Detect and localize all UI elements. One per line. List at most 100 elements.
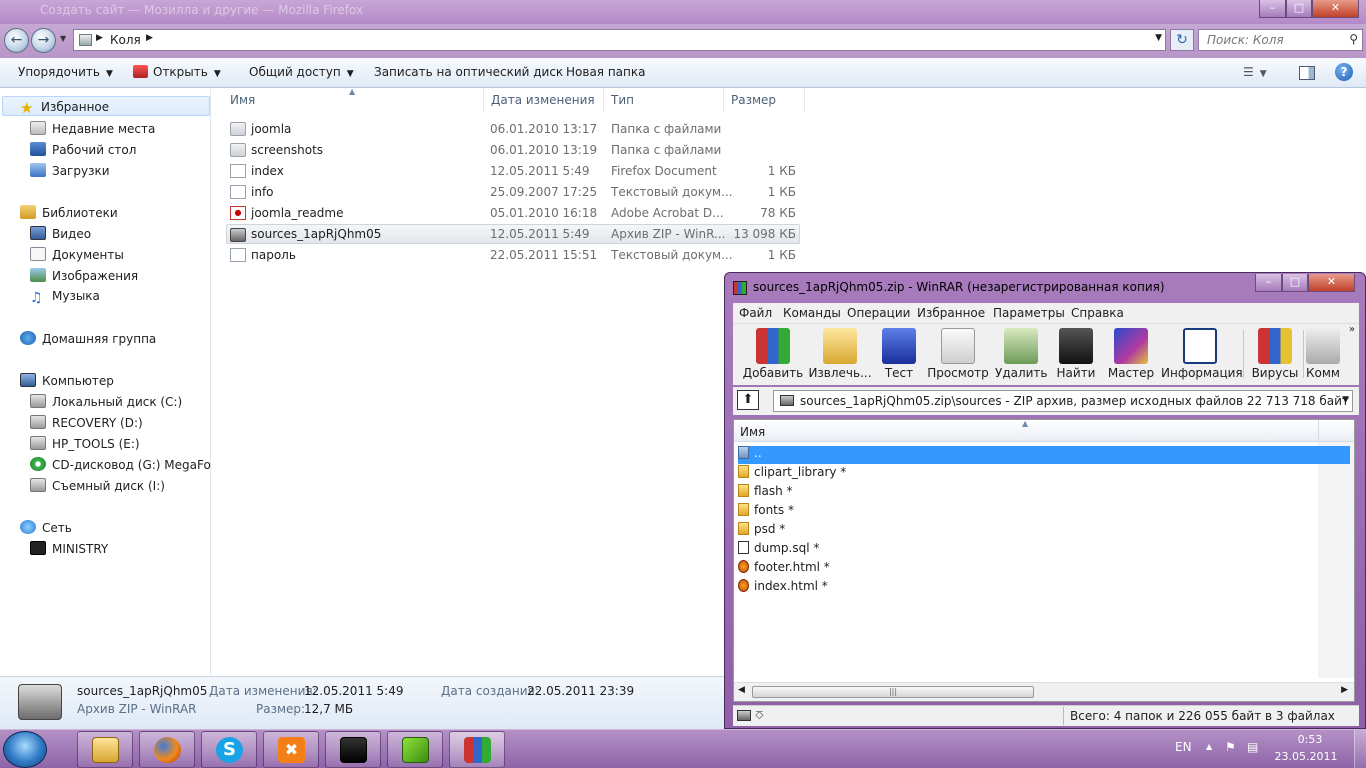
list-item[interactable]: footer.html * bbox=[738, 560, 830, 578]
tool-extract[interactable]: Извлечь... bbox=[807, 328, 873, 380]
archive-path-field[interactable]: sources_1apRjQhm05.zip\sources - ZIP арх… bbox=[773, 390, 1353, 412]
menu-options[interactable]: Параметры bbox=[993, 306, 1065, 320]
new-folder-button[interactable]: Новая папка bbox=[566, 65, 645, 79]
burn-button[interactable]: Записать на оптический диск bbox=[374, 65, 563, 79]
breadcrumb-arrow-icon[interactable]: ▶ bbox=[146, 33, 153, 43]
tool-info[interactable]: Информация bbox=[1161, 328, 1243, 380]
view-options-icon[interactable]: ☰ ▼ bbox=[1243, 65, 1267, 79]
nav-documents[interactable]: Документы bbox=[30, 247, 124, 262]
nav-favorites[interactable]: ★ Избранное bbox=[20, 99, 109, 114]
maximize-icon[interactable]: □ bbox=[1286, 0, 1312, 18]
column-separator[interactable] bbox=[603, 89, 604, 111]
refresh-button[interactable]: ↻ bbox=[1170, 29, 1194, 51]
nav-network[interactable]: Сеть bbox=[20, 520, 72, 535]
preview-pane-icon[interactable] bbox=[1299, 66, 1315, 80]
clock-time[interactable]: 0:53 bbox=[1282, 733, 1338, 746]
scroll-left-icon[interactable]: ◀ bbox=[738, 685, 745, 695]
list-item[interactable]: index.html * bbox=[738, 579, 828, 597]
nav-drive-e[interactable]: HP_TOOLS (E:) bbox=[30, 436, 140, 451]
column-header-size[interactable]: Размер bbox=[731, 93, 776, 107]
tool-wizard[interactable]: Мастер bbox=[1107, 328, 1155, 380]
nav-drive-d[interactable]: RECOVERY (D:) bbox=[30, 415, 143, 430]
column-separator[interactable] bbox=[804, 89, 805, 111]
nav-computer[interactable]: Компьютер bbox=[20, 373, 114, 388]
show-desktop-button[interactable] bbox=[1354, 730, 1366, 768]
address-bar[interactable]: ▶ Коля ▶ ▼ bbox=[73, 29, 1166, 51]
start-button[interactable] bbox=[3, 731, 47, 768]
menu-operations[interactable]: Операции bbox=[847, 306, 910, 320]
nav-ministry[interactable]: MINISTRY bbox=[30, 541, 108, 556]
maximize-icon[interactable]: □ bbox=[1282, 274, 1308, 292]
nav-downloads[interactable]: Загрузки bbox=[30, 163, 110, 178]
show-hidden-icons-icon[interactable]: ▲ bbox=[1206, 742, 1212, 751]
clock-date[interactable]: 23.05.2011 bbox=[1262, 750, 1350, 763]
address-dropdown-icon[interactable]: ▼ bbox=[1155, 33, 1162, 43]
help-icon[interactable]: ? bbox=[1335, 63, 1353, 81]
organize-button[interactable]: Упорядочить ▼ bbox=[18, 65, 113, 79]
list-item-selected[interactable]: .. bbox=[738, 446, 1350, 464]
tool-view[interactable]: Просмотр bbox=[927, 328, 989, 380]
nav-video[interactable]: Видео bbox=[30, 226, 91, 241]
up-folder-icon[interactable]: ⬆ bbox=[737, 390, 759, 410]
open-button[interactable]: Открыть ▼ bbox=[133, 65, 221, 79]
nav-drive-c[interactable]: Локальный диск (C:) bbox=[30, 394, 182, 409]
nav-drive-i[interactable]: Съемный диск (I:) bbox=[30, 478, 165, 493]
list-item[interactable]: flash * bbox=[738, 484, 793, 502]
column-header-date[interactable]: Дата изменения bbox=[491, 93, 595, 107]
share-button[interactable]: Общий доступ ▼ bbox=[249, 65, 354, 79]
breadcrumb-segment[interactable]: Коля bbox=[110, 33, 141, 47]
nav-music[interactable]: ♫ Музыка bbox=[30, 289, 100, 304]
nav-libraries[interactable]: Библиотеки bbox=[20, 205, 118, 220]
taskbar-explorer[interactable] bbox=[77, 731, 133, 768]
close-icon[interactable]: ✕ bbox=[1308, 274, 1355, 292]
list-item[interactable]: fonts * bbox=[738, 503, 794, 521]
taskbar-xampp[interactable]: ✖ bbox=[263, 731, 319, 768]
column-header-type[interactable]: Тип bbox=[611, 93, 634, 107]
language-indicator[interactable]: EN bbox=[1175, 740, 1192, 754]
tool-delete[interactable]: Удалить bbox=[995, 328, 1048, 380]
scroll-right-icon[interactable]: ▶ bbox=[1341, 685, 1348, 695]
taskbar-vlc-app[interactable] bbox=[387, 731, 443, 768]
tool-comment[interactable]: Комм bbox=[1305, 328, 1341, 380]
list-item[interactable]: psd * bbox=[738, 522, 785, 540]
forward-button[interactable]: → bbox=[31, 28, 56, 53]
taskbar-winrar-active[interactable] bbox=[449, 731, 505, 768]
column-separator[interactable] bbox=[483, 89, 484, 111]
close-icon[interactable]: ✕ bbox=[1312, 0, 1359, 18]
column-separator[interactable] bbox=[723, 89, 724, 111]
recent-pages-chevron-icon[interactable]: ▼ bbox=[60, 34, 66, 43]
list-item[interactable]: dump.sql * bbox=[738, 541, 819, 559]
network-tray-icon[interactable]: ▤ bbox=[1247, 740, 1258, 754]
nav-drive-g[interactable]: CD-дисковод (G:) MegaFon M bbox=[30, 457, 211, 472]
scrollbar-thumb[interactable]: ||| bbox=[752, 686, 1034, 698]
file-row[interactable]: screenshots 06.01.2010 13:19 Папка с фай… bbox=[226, 140, 800, 160]
list-item[interactable]: clipart_library * bbox=[738, 465, 846, 483]
nav-desktop[interactable]: Рабочий стол bbox=[30, 142, 136, 157]
tool-test[interactable]: Тест bbox=[875, 328, 923, 380]
tool-virus-scan[interactable]: Вирусы bbox=[1251, 328, 1299, 380]
taskbar-save-app[interactable] bbox=[325, 731, 381, 768]
file-row[interactable]: index 12.05.2011 5:49 Firefox Document 1… bbox=[226, 161, 800, 181]
nav-recent[interactable]: Недавние места bbox=[30, 121, 155, 136]
tool-find[interactable]: Найти bbox=[1055, 328, 1097, 380]
file-row-selected[interactable]: sources_1apRjQhm05 12.05.2011 5:49 Архив… bbox=[226, 224, 800, 244]
horizontal-scrollbar[interactable]: ◀ ||| ▶ bbox=[734, 682, 1354, 701]
minimize-icon[interactable]: – bbox=[1259, 0, 1286, 18]
nav-homegroup[interactable]: Домашняя группа bbox=[20, 331, 156, 346]
minimize-icon[interactable]: – bbox=[1255, 274, 1282, 292]
column-header-name[interactable]: Имя ▲ bbox=[734, 419, 1318, 442]
column-header-name[interactable]: Имя bbox=[230, 93, 255, 107]
toolbar-overflow-icon[interactable]: » bbox=[1349, 324, 1355, 335]
search-icon[interactable]: ⚲ bbox=[1349, 32, 1358, 46]
back-button[interactable]: ← bbox=[4, 28, 29, 53]
nav-images[interactable]: Изображения bbox=[30, 268, 138, 283]
file-row[interactable]: пароль 22.05.2011 15:51 Текстовый докум.… bbox=[226, 245, 800, 265]
taskbar-skype[interactable]: S bbox=[201, 731, 257, 768]
action-center-flag-icon[interactable]: ⚑ bbox=[1225, 740, 1236, 754]
menu-help[interactable]: Справка bbox=[1071, 306, 1124, 320]
menu-commands[interactable]: Команды bbox=[783, 306, 841, 320]
tool-add[interactable]: Добавить bbox=[739, 328, 807, 380]
file-row[interactable]: info 25.09.2007 17:25 Текстовый докум...… bbox=[226, 182, 800, 202]
search-input[interactable]: Поиск: Коля ⚲ bbox=[1198, 29, 1363, 51]
menu-favorites[interactable]: Избранное bbox=[917, 306, 985, 320]
